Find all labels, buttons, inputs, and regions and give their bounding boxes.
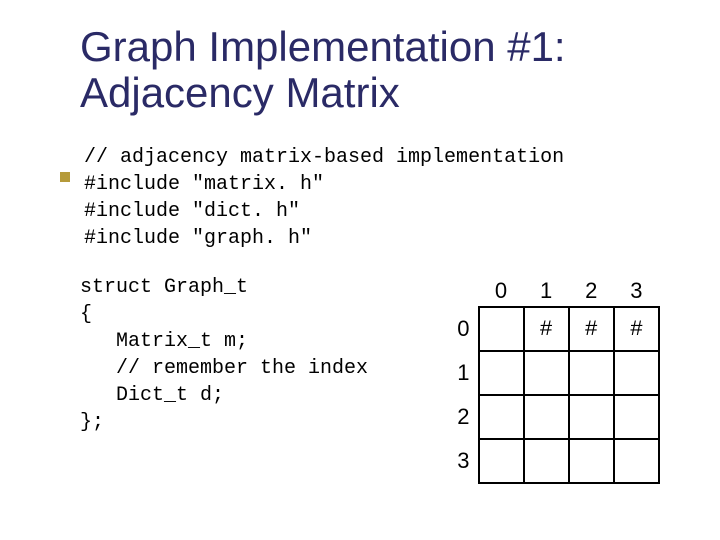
matrix-cell: # bbox=[569, 307, 614, 351]
matrix-cell bbox=[614, 395, 659, 439]
matrix-cell: # bbox=[614, 307, 659, 351]
code-line: #include "graph. h" bbox=[84, 227, 312, 250]
code-line: // adjacency matrix-based implementation bbox=[84, 146, 564, 169]
matrix-cell: # bbox=[524, 307, 569, 351]
matrix-col-header: 0 bbox=[479, 276, 524, 307]
matrix-row-header: 2 bbox=[440, 395, 479, 439]
matrix-row-header: 0 bbox=[440, 307, 479, 351]
code-line: { bbox=[80, 303, 92, 326]
code-line: #include "matrix. h" bbox=[84, 173, 324, 196]
matrix-cell bbox=[569, 395, 614, 439]
title-line-2: Adjacency Matrix bbox=[80, 69, 400, 116]
slide-title: Graph Implementation #1: Adjacency Matri… bbox=[80, 24, 660, 116]
matrix-cell bbox=[524, 439, 569, 483]
matrix-col-header: 2 bbox=[569, 276, 614, 307]
bullet-icon bbox=[60, 172, 70, 182]
matrix-table: 0 1 2 3 0 # # # 1 bbox=[440, 276, 660, 484]
matrix-cell bbox=[569, 351, 614, 395]
code-struct: struct Graph_t { Matrix_t m; // remember… bbox=[80, 274, 420, 436]
code-line: Matrix_t m; bbox=[80, 330, 248, 353]
matrix-row-header: 1 bbox=[440, 351, 479, 395]
title-line-1: Graph Implementation #1: bbox=[80, 23, 566, 70]
code-line: #include "dict. h" bbox=[84, 200, 300, 223]
code-line: Dict_t d; bbox=[80, 384, 224, 407]
matrix-col-header: 1 bbox=[524, 276, 569, 307]
lower-row: struct Graph_t { Matrix_t m; // remember… bbox=[80, 274, 660, 484]
matrix-col-header: 3 bbox=[614, 276, 659, 307]
matrix-cell bbox=[479, 439, 524, 483]
matrix-cell bbox=[479, 395, 524, 439]
code-line: struct Graph_t bbox=[80, 276, 248, 299]
matrix-cell bbox=[479, 307, 524, 351]
matrix-cell bbox=[614, 351, 659, 395]
adjacency-matrix: 0 1 2 3 0 # # # 1 bbox=[440, 276, 660, 484]
matrix-corner bbox=[440, 276, 479, 307]
slide: Graph Implementation #1: Adjacency Matri… bbox=[0, 0, 720, 540]
matrix-row-header: 3 bbox=[440, 439, 479, 483]
matrix-cell bbox=[569, 439, 614, 483]
matrix-cell bbox=[524, 395, 569, 439]
code-line: }; bbox=[80, 411, 104, 434]
code-includes: // adjacency matrix-based implementation… bbox=[84, 144, 660, 252]
matrix-cell bbox=[614, 439, 659, 483]
code-line: // remember the index bbox=[80, 357, 368, 380]
matrix-cell bbox=[524, 351, 569, 395]
matrix-cell bbox=[479, 351, 524, 395]
